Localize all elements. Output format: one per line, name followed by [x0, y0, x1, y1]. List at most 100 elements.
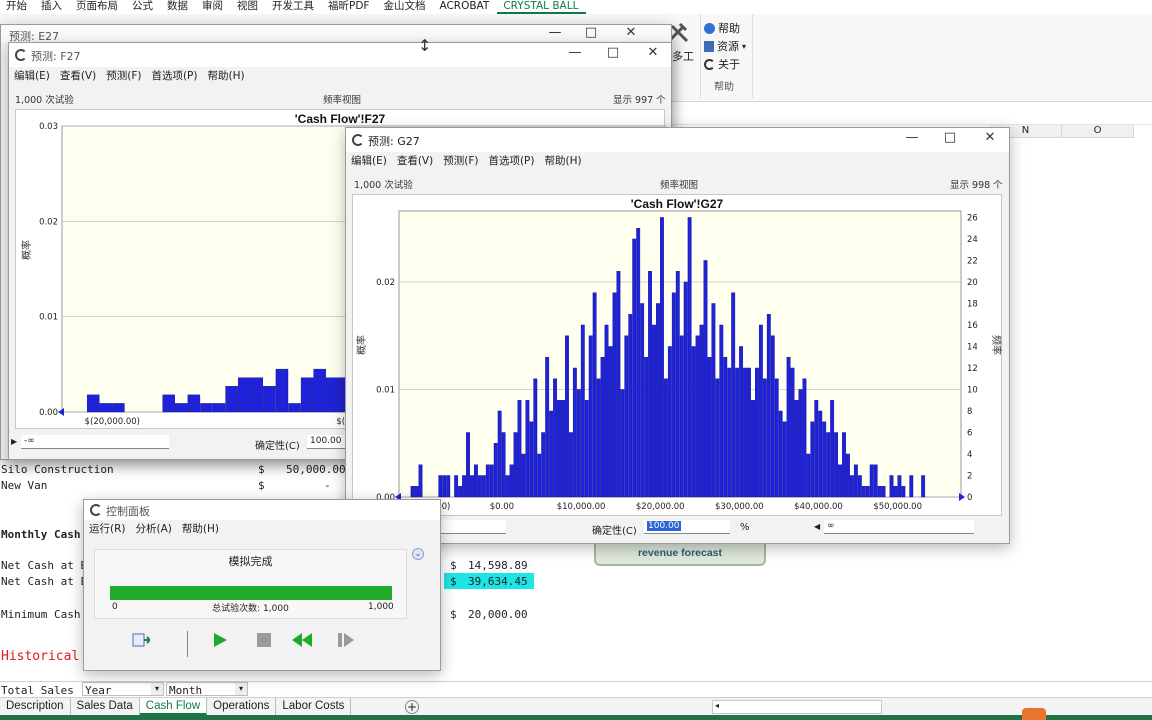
- minimize-icon[interactable]: —: [541, 25, 569, 40]
- year-dropdown[interactable]: Year ▾: [82, 682, 164, 697]
- ribbon-tab[interactable]: 开始: [0, 0, 35, 14]
- left-grabber-icon[interactable]: ▶: [11, 437, 17, 446]
- control-panel-titlebar[interactable]: 控制面板: [84, 500, 440, 520]
- y-axis-label: 概率: [355, 335, 368, 355]
- resources-button[interactable]: 资源 ▾: [704, 38, 746, 54]
- ribbon-tab[interactable]: 视图: [231, 0, 266, 14]
- net-cash-begin-value[interactable]: 14,598.89: [468, 559, 528, 572]
- net-cash-end-value[interactable]: 39,634.45: [468, 575, 528, 588]
- menu-preferences[interactable]: 首选项(P): [146, 67, 202, 85]
- window-f27-titlebar[interactable]: 预测: F27 — □ ✕: [9, 43, 671, 67]
- menu-forecast[interactable]: 预测(F): [101, 67, 146, 85]
- menu-help[interactable]: 帮助(H): [177, 520, 224, 538]
- column-header-o[interactable]: O: [1062, 125, 1134, 138]
- ribbon-tab[interactable]: 审阅: [196, 0, 231, 14]
- monthly-label[interactable]: Monthly Cash: [1, 528, 80, 541]
- histogram-bar: [818, 410, 823, 498]
- histogram-bar: [418, 464, 423, 498]
- sheet-tab[interactable]: Sales Data: [71, 698, 140, 715]
- histogram-bar: [545, 357, 550, 498]
- menu-preferences[interactable]: 首选项(P): [483, 152, 539, 170]
- histogram-bar: [893, 486, 898, 498]
- sheet-tab[interactable]: Description: [0, 698, 71, 715]
- net-cash-end-label[interactable]: Net Cash at E: [1, 575, 87, 588]
- sheet-tab[interactable]: Operations: [207, 698, 277, 715]
- minimum-cash-label[interactable]: Minimum Cash: [1, 608, 80, 621]
- histogram-bar: [473, 464, 478, 498]
- add-sheet-icon[interactable]: +: [405, 700, 419, 714]
- histogram-bar: [604, 324, 609, 498]
- maximize-icon[interactable]: □: [599, 45, 627, 60]
- y-tick-label: 0.01: [376, 385, 395, 395]
- menu-forecast[interactable]: 预测(F): [438, 152, 483, 170]
- histogram-bar: [608, 346, 613, 498]
- f27-certainty-input[interactable]: 100.00: [307, 435, 347, 449]
- month-dropdown[interactable]: Month ▾: [166, 682, 248, 697]
- g27-certainty-input[interactable]: 100.00: [644, 520, 730, 534]
- histogram-bar: [853, 464, 858, 498]
- step-icon[interactable]: [337, 632, 355, 648]
- sheet-tab[interactable]: Cash Flow: [139, 698, 208, 715]
- maximize-icon[interactable]: □: [577, 25, 605, 40]
- g27-right-value[interactable]: ∞: [824, 520, 974, 534]
- van-value[interactable]: -: [324, 479, 331, 492]
- maximize-icon[interactable]: □: [936, 130, 964, 145]
- f27-left-value[interactable]: -∞: [21, 435, 169, 449]
- y-tick-label: 0.02: [39, 217, 58, 227]
- sheet-tab[interactable]: Labor Costs: [276, 698, 352, 715]
- histogram-bar: [466, 432, 470, 498]
- collapse-icon[interactable]: ⌄: [412, 548, 424, 560]
- window-g27[interactable]: 预测: G27 — □ ✕ 编辑(E) 查看(V) 预测(F) 首选项(P) 帮…: [345, 127, 1010, 544]
- menu-help[interactable]: 帮助(H): [539, 152, 586, 170]
- horizontal-scrollbar[interactable]: ◂: [712, 700, 882, 714]
- minimize-icon[interactable]: —: [898, 130, 926, 145]
- silo-label[interactable]: Silo Construction: [1, 463, 114, 476]
- ribbon-tab[interactable]: ACROBAT: [433, 0, 497, 14]
- control-panel[interactable]: 控制面板 运行(R) 分析(A) 帮助(H) 模拟完成 0 总试验次数: 1,0…: [83, 499, 441, 671]
- net-cash-begin-label[interactable]: Net Cash at B: [1, 559, 87, 572]
- ribbon-tab[interactable]: CRYSTAL BALL: [497, 0, 587, 14]
- total-sales-label[interactable]: Total Sales: [1, 684, 74, 697]
- close-icon[interactable]: ✕: [976, 130, 1004, 145]
- menu-view[interactable]: 查看(V): [392, 152, 438, 170]
- close-icon[interactable]: ✕: [639, 45, 667, 60]
- ribbon-tab[interactable]: 数据: [161, 0, 196, 14]
- histogram-bar: [326, 377, 339, 413]
- menu-edit[interactable]: 编辑(E): [346, 152, 392, 170]
- window-e27-titlebar[interactable]: 预测: E27 — □ ✕: [1, 25, 671, 43]
- resize-cursor-icon: ↕: [418, 36, 432, 55]
- right-grabber-icon[interactable]: ◀: [814, 522, 820, 531]
- run-icon[interactable]: [212, 632, 228, 648]
- ribbon-tab[interactable]: 福昕PDF: [322, 0, 377, 14]
- reset-icon[interactable]: [291, 632, 313, 648]
- histogram-bar: [263, 386, 276, 413]
- histogram-bar: [822, 421, 827, 498]
- menu-help[interactable]: 帮助(H): [202, 67, 249, 85]
- ribbon-tab[interactable]: 金山文档: [377, 0, 433, 14]
- month-label: Month: [169, 684, 203, 697]
- f27-certainty-label: 确定性(C): [255, 441, 300, 452]
- close-icon[interactable]: ✕: [617, 25, 645, 40]
- minimum-cash-value[interactable]: 20,000.00: [468, 608, 528, 621]
- ribbon-tab[interactable]: 开发工具: [266, 0, 322, 14]
- ribbon-tab[interactable]: 公式: [126, 0, 161, 14]
- ribbon-tab[interactable]: 插入: [35, 0, 70, 14]
- help-button[interactable]: 帮助: [704, 20, 740, 36]
- reports-icon[interactable]: [132, 632, 152, 648]
- histogram-bar: [715, 378, 720, 498]
- histogram-bar: [513, 432, 518, 498]
- histogram-bar: [703, 260, 708, 498]
- about-button[interactable]: 关于: [704, 56, 740, 72]
- van-label[interactable]: New Van: [1, 479, 47, 492]
- historical-label[interactable]: Historical: [1, 649, 79, 664]
- silo-value[interactable]: 50,000.00: [286, 463, 346, 476]
- ribbon-tab[interactable]: 页面布局: [70, 0, 126, 14]
- minimize-icon[interactable]: —: [561, 45, 589, 60]
- menu-analyze[interactable]: 分析(A): [131, 520, 177, 538]
- menu-run[interactable]: 运行(R): [84, 520, 131, 538]
- window-g27-titlebar[interactable]: 预测: G27 — □ ✕: [346, 128, 1009, 152]
- stop-icon[interactable]: [257, 633, 271, 647]
- menu-view[interactable]: 查看(V): [55, 67, 101, 85]
- menu-edit[interactable]: 编辑(E): [9, 67, 55, 85]
- scroll-left-icon[interactable]: ◂: [715, 701, 719, 710]
